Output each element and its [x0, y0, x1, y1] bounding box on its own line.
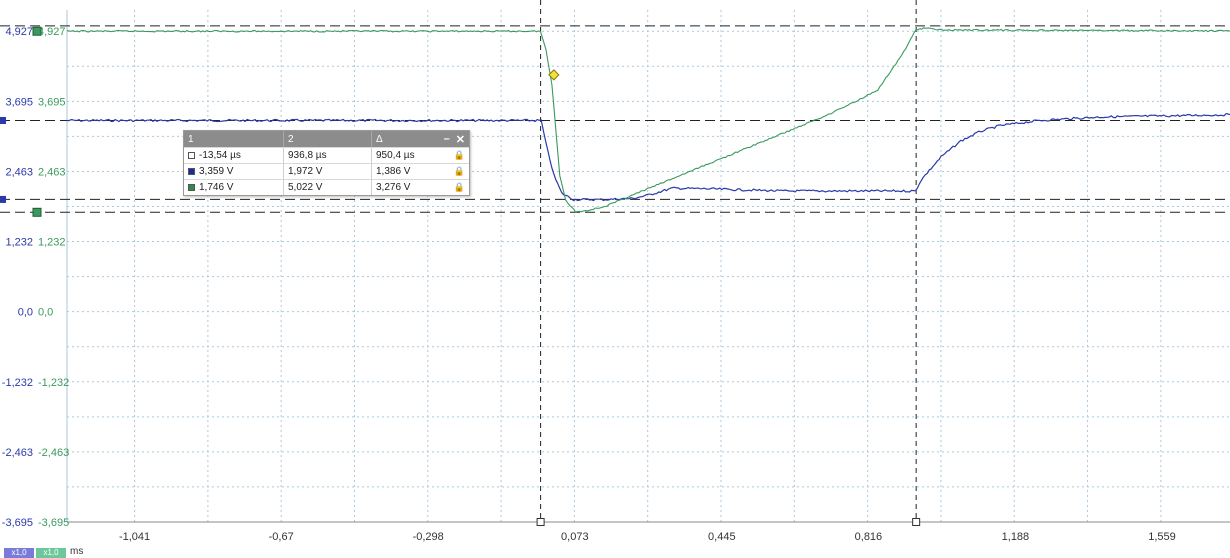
- y-tick-label-green: -1,232: [38, 377, 69, 389]
- lock-icon[interactable]: 🔒: [454, 150, 465, 161]
- channel-marker-green-cursor: [32, 207, 42, 217]
- row-time-c2: 936,8 µs: [288, 150, 327, 161]
- y-tick-label-blue: -3,695: [2, 517, 33, 529]
- y-tick-label-green: -3,695: [38, 517, 69, 529]
- scale-chip-blue[interactable]: x1,0: [4, 548, 34, 558]
- row-green-c2: 5,022 V: [288, 182, 323, 193]
- header-delta: Δ: [376, 133, 383, 145]
- y-axis-ticks: 4,927 4,927 3,695 3,695 2,463 2,463 1,232 1,232…: [2, 26, 69, 529]
- channel-marker-green-level: [32, 26, 42, 36]
- y-tick-label-green: 2,463: [38, 166, 66, 178]
- x-axis-ticks: -1,041 -0,67 -0,298 0,073 0,445 0,816 1,188 1,5…: [119, 531, 1176, 543]
- vertical-cursor-handle: [536, 518, 545, 526]
- x-tick-label: -1,041: [119, 531, 150, 543]
- row-swatch-green: [188, 184, 195, 191]
- oscilloscope-plot[interactable]: 4,927 4,927 3,695 3,695 2,463 2,463 1,232 1,232…: [0, 0, 1230, 558]
- channel-marker-blue-cursor: [0, 195, 6, 203]
- channel-marker-blue-level: [0, 116, 6, 124]
- row-blue-c1: 3,359 V: [199, 166, 234, 177]
- y-tick-label-blue: -2,463: [2, 447, 33, 459]
- x-unit-label: ms: [70, 546, 84, 557]
- row-time-c1: -13,54 µs: [199, 150, 241, 161]
- header-cursor-2: 2: [288, 133, 294, 145]
- vertical-cursor-handle: [912, 518, 921, 526]
- lock-icon[interactable]: 🔒: [454, 182, 465, 193]
- lock-icon[interactable]: 🔒: [454, 166, 465, 177]
- cursor-measurement-table[interactable]: 1 2 Δ – ✕ -13,54 µs 936,8 µs 950,4 µs 🔒 3…: [183, 130, 470, 196]
- x-tick-label: 0,445: [708, 531, 736, 543]
- y-tick-label-blue: -1,232: [2, 377, 33, 389]
- grid: [66, 10, 1230, 523]
- table-row: 1,746 V 5,022 V 3,276 V 🔒: [184, 179, 469, 195]
- y-tick-label-green: 3,695: [38, 96, 66, 108]
- y-tick-label-green: 4,927: [38, 26, 66, 38]
- scale-chip-green[interactable]: x1,0: [36, 548, 66, 558]
- y-tick-label-blue: 4,927: [5, 26, 33, 38]
- x-tick-label: 1,559: [1148, 531, 1176, 543]
- y-tick-label-blue: 2,463: [5, 166, 33, 178]
- x-tick-label: 0,816: [855, 531, 883, 543]
- row-blue-c2: 1,972 V: [288, 166, 323, 177]
- x-tick-label: -0,67: [269, 531, 294, 543]
- x-tick-label: -0,298: [413, 531, 444, 543]
- close-icon[interactable]: ✕: [456, 133, 465, 146]
- y-tick-label-blue: 0,0: [18, 307, 33, 319]
- row-green-c1: 1,746 V: [199, 182, 234, 193]
- row-blue-delta: 1,386 V: [376, 166, 411, 177]
- row-swatch-blue: [188, 168, 195, 175]
- row-swatch-time: [188, 152, 195, 159]
- row-green-delta: 3,276 V: [376, 182, 411, 193]
- table-row: 3,359 V 1,972 V 1,386 V 🔒: [184, 163, 469, 179]
- y-tick-label-green: -2,463: [38, 447, 69, 459]
- y-tick-label-green: 0,0: [38, 307, 53, 319]
- x-tick-label: 1,188: [1002, 531, 1030, 543]
- table-row: -13,54 µs 936,8 µs 950,4 µs 🔒: [184, 147, 469, 163]
- x-tick-label: 0,073: [561, 531, 589, 543]
- vertical-cursors[interactable]: [536, 0, 921, 526]
- cursor-table-header: 1 2 Δ – ✕: [184, 131, 469, 147]
- header-cursor-1: 1: [188, 133, 194, 145]
- minimize-icon[interactable]: –: [444, 133, 450, 146]
- y-tick-label-blue: 3,695: [5, 96, 33, 108]
- y-tick-label-green: 1,232: [38, 237, 66, 249]
- row-time-delta: 950,4 µs: [376, 150, 415, 161]
- y-tick-label-blue: 1,232: [5, 237, 33, 249]
